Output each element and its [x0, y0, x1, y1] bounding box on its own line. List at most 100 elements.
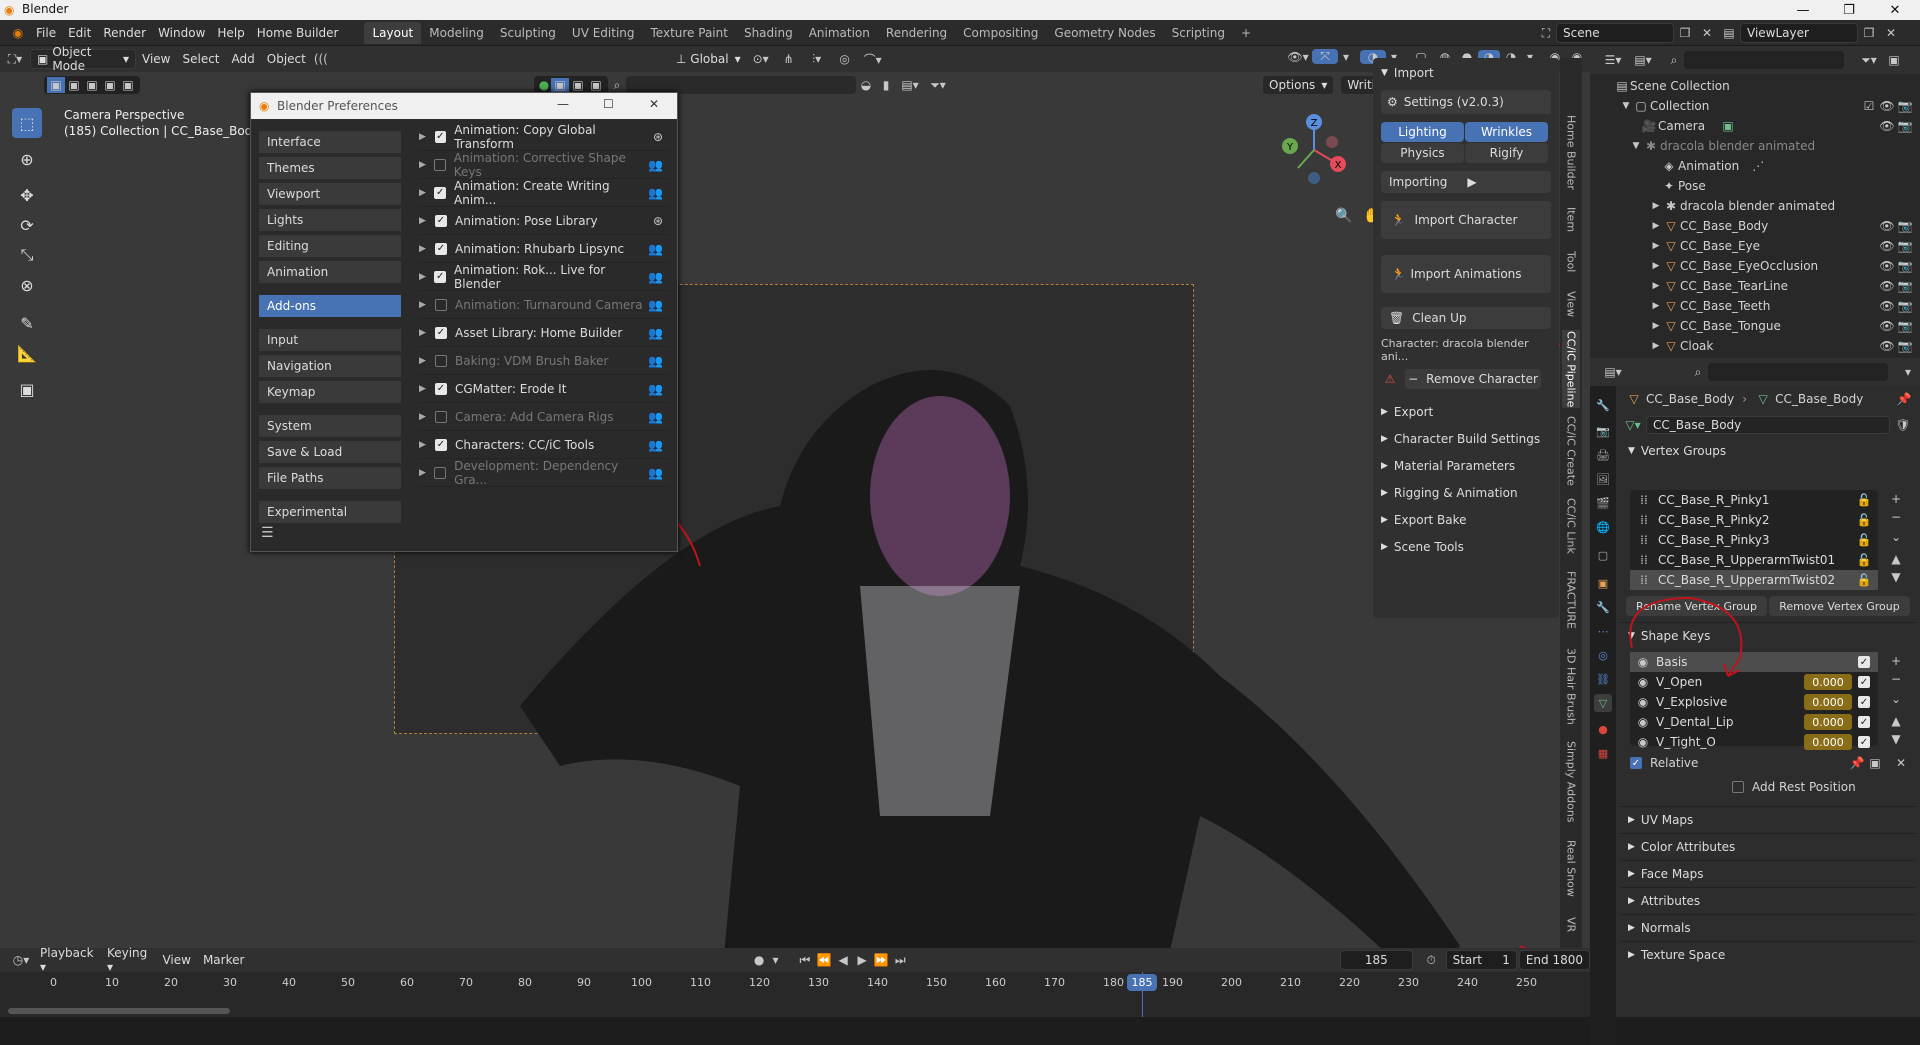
prefs-nav-keymap[interactable]: Keymap — [259, 381, 401, 403]
uv-maps-section[interactable]: ▶ UV Maps — [1620, 806, 1916, 832]
addon-row[interactable]: ▶ ✓ Characters: CC/iC Tools 👥 — [419, 431, 669, 459]
eye-icon[interactable]: 👁 — [1878, 319, 1896, 333]
render-icon[interactable]: 📷 — [1896, 119, 1914, 133]
outliner-row[interactable]: ▶ ▽ Cloak 👁 📷 — [1590, 336, 1920, 356]
material-tab-icon[interactable]: ● — [1594, 720, 1612, 738]
eye-icon[interactable]: 👁 — [1878, 259, 1896, 273]
outliner-row[interactable]: ▶ ▽ CC_Base_Teeth 👁 📷 — [1590, 296, 1920, 316]
outliner-search-input[interactable] — [1684, 51, 1844, 69]
expand-icon[interactable]: ▶ — [419, 300, 435, 310]
tab-item[interactable]: Item — [1562, 202, 1580, 238]
outliner-filter-icon[interactable]: ⏷▾ — [1854, 53, 1884, 68]
tab-tool[interactable]: Tool — [1562, 244, 1580, 280]
data-tab-icon[interactable]: ▽ — [1594, 694, 1612, 712]
outliner-row[interactable]: 🎥 Camera ▣ 👁 📷 — [1590, 116, 1920, 136]
prefs-nav-add-ons[interactable]: Add-ons — [259, 295, 401, 317]
outliner-row[interactable]: ◈ Animation ⋰ — [1590, 156, 1920, 176]
play-reverse-icon[interactable]: ◀ — [834, 953, 853, 967]
prefs-menu-icon[interactable]: ☰ — [261, 525, 274, 541]
delete-scene-icon[interactable]: ✕ — [1696, 26, 1718, 40]
tab-cc-create[interactable]: CC/iC Create — [1562, 416, 1580, 486]
world-tab-icon[interactable]: 🌐 — [1594, 518, 1612, 536]
eye-icon[interactable]: 👁 — [1878, 279, 1896, 293]
outliner-editor-icon[interactable]: ☰▾ — [1598, 53, 1628, 67]
minimize-button[interactable]: — — [1780, 0, 1826, 20]
addon-checkbox[interactable] — [435, 410, 447, 423]
prefs-close-button[interactable]: ✕ — [649, 97, 659, 111]
prefs-nav-animation[interactable]: Animation — [259, 261, 401, 283]
tab-compositing[interactable]: Compositing — [955, 22, 1046, 44]
render-icon[interactable]: 📷 — [1896, 239, 1914, 253]
eye-icon[interactable]: 👁 — [1878, 119, 1896, 133]
menu-edit[interactable]: Edit — [62, 26, 97, 40]
texture-tab-icon[interactable]: ▦ — [1594, 744, 1612, 762]
modifier-tab-icon[interactable]: 🔧 — [1594, 598, 1612, 616]
expand-icon[interactable]: ▶ — [1650, 301, 1662, 311]
eye-icon[interactable]: 👁 — [1878, 239, 1896, 253]
addon-row[interactable]: ▶ ✓ Asset Library: Home Builder 👥 — [419, 319, 669, 347]
close-button[interactable]: ✕ — [1872, 0, 1918, 20]
outliner-row[interactable]: ▼ ▢ Collection ☑ 👁 📷 — [1590, 96, 1920, 116]
checkbox-icon[interactable]: ☑ — [1860, 99, 1878, 113]
tab-3d-hair-brush[interactable]: 3D Hair Brush — [1562, 644, 1580, 728]
prefs-nav-save-load[interactable]: Save & Load — [259, 441, 401, 463]
timeline-editor-icon[interactable]: ◷▾ — [8, 953, 34, 967]
object-tab-icon[interactable]: ▣ — [1594, 574, 1612, 592]
prefs-nav-lights[interactable]: Lights — [259, 209, 401, 231]
rigify-toggle[interactable]: Rigify — [1465, 143, 1548, 163]
prefs-nav-viewport[interactable]: Viewport — [259, 183, 401, 205]
prefs-nav-interface[interactable]: Interface — [259, 131, 401, 153]
start-frame-field[interactable]: Start 1 — [1445, 950, 1517, 970]
scene-tools-section[interactable]: ▶ Scene Tools — [1373, 536, 1559, 558]
prefs-nav-navigation[interactable]: Navigation — [259, 355, 401, 377]
maximize-button[interactable]: ❐ — [1826, 0, 1872, 20]
prefs-nav-input[interactable]: Input — [259, 329, 401, 351]
tab-cc-pipeline[interactable]: CC/iC Pipeline — [1562, 330, 1580, 408]
physics-toggle[interactable]: Physics — [1381, 143, 1464, 163]
addon-row[interactable]: ▶ Baking: VDM Brush Baker 👥 — [419, 347, 669, 375]
material-parameters-section[interactable]: ▶ Material Parameters — [1373, 455, 1559, 477]
output-tab-icon[interactable]: 🖨 — [1594, 446, 1612, 464]
expand-icon[interactable]: ▶ — [1650, 261, 1662, 271]
tab-view[interactable]: View — [1562, 286, 1580, 322]
prev-keyframe-icon[interactable]: ⏪ — [814, 953, 833, 967]
outliner-row[interactable]: ▶ ▽ CC_Base_TearLine 👁 📷 — [1590, 276, 1920, 296]
tab-vr[interactable]: VR — [1562, 910, 1580, 940]
outliner-row[interactable]: ▶ ▽ CC_Base_EyeOcclusion 👁 📷 — [1590, 256, 1920, 276]
expand-icon[interactable]: ▶ — [1650, 241, 1662, 251]
addon-checkbox[interactable] — [434, 158, 446, 171]
remove-character-button[interactable]: − Remove Character — [1405, 369, 1541, 389]
clean-up-button[interactable]: 🗑 Clean Up — [1381, 307, 1551, 329]
scene-tab-icon[interactable]: 🎬 — [1594, 494, 1612, 512]
eye-icon[interactable]: 👁 — [1878, 339, 1896, 353]
addon-checkbox[interactable]: ✓ — [434, 130, 447, 143]
render-icon[interactable]: 📷 — [1896, 279, 1914, 293]
expand-icon[interactable]: ▼ — [1620, 101, 1632, 111]
tab-texture-paint[interactable]: Texture Paint — [643, 22, 736, 44]
record-icon[interactable]: ● — [750, 953, 767, 967]
expand-icon[interactable]: ▶ — [419, 440, 435, 450]
scene-selector[interactable]: Scene — [1556, 23, 1674, 43]
normals-section[interactable]: ▶ Normals — [1620, 914, 1916, 940]
timeline-ruler[interactable]: 0 10 20 30 40 50 60 70 80 90 100 110 120… — [0, 972, 1590, 1017]
expand-icon[interactable]: ▶ — [1650, 341, 1662, 351]
render-icon[interactable]: 📷 — [1896, 339, 1914, 353]
settings-button[interactable]: ⚙ Settings (v2.0.3) — [1381, 90, 1551, 114]
prefs-nav-experimental[interactable]: Experimental — [259, 501, 401, 523]
prefs-nav-themes[interactable]: Themes — [259, 157, 401, 179]
expand-icon[interactable]: ▶ — [1650, 201, 1662, 211]
add-workspace-icon[interactable]: + — [1233, 22, 1259, 44]
tool-tab-icon[interactable]: 🔧 — [1594, 396, 1612, 414]
outliner-row[interactable]: ▤ Scene Collection — [1590, 76, 1920, 96]
render-icon[interactable]: 📷 — [1896, 259, 1914, 273]
expand-icon[interactable]: ▼ — [1630, 141, 1642, 151]
3d-viewport[interactable]: ⛶▾ ▣ Object Mode ▾ View Select Add Object … — [0, 46, 1590, 958]
tab-scripting[interactable]: Scripting — [1164, 22, 1233, 44]
expand-icon[interactable]: ▶ — [419, 384, 435, 394]
tab-sculpting[interactable]: Sculpting — [492, 22, 564, 44]
timeline-menu-keying[interactable]: Keying ▾ — [101, 946, 156, 974]
prefs-nav-editing[interactable]: Editing — [259, 235, 401, 257]
playhead-marker[interactable]: 185 — [1127, 974, 1157, 991]
particles-tab-icon[interactable]: ⋯ — [1594, 622, 1612, 640]
addon-checkbox[interactable] — [435, 298, 447, 311]
